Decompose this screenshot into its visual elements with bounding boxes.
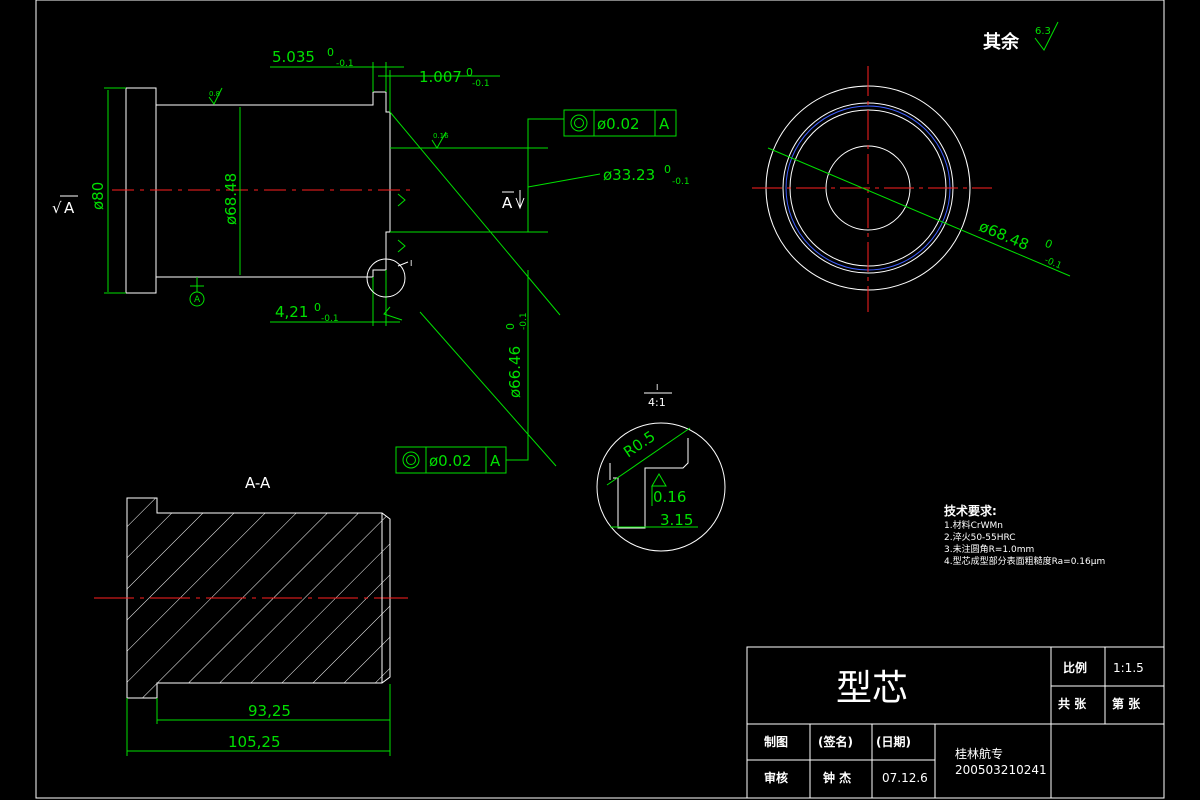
cad-drawing-sheet: ø80 ø68.48 √ A A 0.8 0.16 5.035 0 -0.1 1… [35,0,1165,799]
dim-phi6646-text: ø66.46 [506,346,524,398]
datum-check-symbol: √ [52,199,62,217]
datum-letter: A [64,199,75,217]
dim-phi6646-diagonal-2 [419,311,557,467]
sheet-number: 第 张 [1112,696,1141,711]
designer-name: 钟 杰 [823,770,851,785]
datum-a-letter: A [194,295,201,305]
dim-5035-text: 5.035 [272,48,315,66]
detail-roughness-text: 0.16 [653,488,686,506]
technical-requirements: 技术要求: 1.材料CrWMn 2.淬火50-55HRC 3.未注圆角R=1.0… [944,503,1105,567]
tolerance-datum-top: A [659,115,670,133]
section-arrow-a: A [502,194,513,212]
tech-req-item: 3.未注圆角R=1.0mm [944,543,1034,555]
detail-scale: 4:1 [648,396,666,409]
tech-req-item: 4.型芯成型部分表面粗糙度Ra=0.16μm [944,555,1105,567]
scale-value: 1:1.5 [1113,661,1144,675]
checked-label: 审核 [764,770,788,785]
body-outline [156,91,391,278]
tolerance-value-top: ø0.02 [597,115,640,133]
section-view: A-A 93,25 105,25 [94,474,408,756]
end-view-dim-tol-upper: 0 [1043,237,1055,252]
dim-9325-text: 93,25 [248,702,291,720]
tolerance-value-bottom: ø0.02 [429,452,472,470]
other-roughness-label: 其余 [983,31,1020,53]
title-block: 型芯 比例 1:1.5 共 张 第 张 制图 (签名) (日期) 审核 钟 杰 … [746,646,1165,799]
detail-radius-text: R0.5 [620,427,658,461]
dim-10525-text: 105,25 [228,733,281,751]
tolerance-frame-bottom: ø0.02 A [395,440,529,474]
drawn-label: 制图 [764,734,788,749]
tech-req-item: 1.材料CrWMn [944,519,1003,531]
detail-callout-label: I [410,259,412,268]
drawing-date: 07.12.6 [882,771,928,785]
dim-phi6646-tol-lower: -0.1 [519,312,529,330]
dim-421-tol-upper: 0 [314,301,321,314]
detail-roughness-triangle [651,473,667,487]
concentricity-symbol-top [570,114,588,132]
tech-req-item: 2.淬火50-55HRC [944,531,1016,543]
end-view-dim-leader [767,147,1071,277]
dim-1007-tol-lower: -0.1 [472,79,490,89]
tolerance-datum-bottom: A [490,452,501,470]
dim-phi6848-text: ø68.48 [222,173,240,225]
dim-phi3323-tol-upper: 0 [664,163,671,176]
other-roughness-value: 6.3 [1035,26,1051,37]
tech-req-title: 技术要求: [944,503,997,518]
roughness-face-mark-3 [383,306,403,321]
detail-circle [596,422,726,552]
sign-label: (签名) [818,734,853,749]
dim-421-tol-lower: -0.1 [321,314,339,324]
detail-label: I [656,383,658,392]
dim-5035-tol-lower: -0.1 [336,59,354,69]
dim-421-text: 4,21 [275,303,308,321]
roughness-face-mark-2 [397,239,406,253]
dim-1007-text: 1.007 [419,68,462,86]
dim-phi3323-leader [527,173,601,188]
concentricity-symbol-bottom [402,451,420,469]
main-view: ø80 ø68.48 √ A A 0.8 0.16 5.035 0 -0.1 1… [52,46,690,474]
sheets-total: 共 张 [1058,696,1087,711]
dim-5035-tol-upper: 0 [327,46,334,59]
roughness-016-text: 0.16 [433,132,449,140]
dim-phi3323-tol-lower: -0.1 [672,177,690,187]
student-id: 200503210241 [955,763,1047,777]
end-view: ø68.48 0 -0.1 [752,66,1071,312]
roughness-face-mark-1 [397,193,406,207]
dim-phi6646-diagonal [389,111,561,316]
dim-phi6646-tol-upper: 0 [504,323,517,330]
tolerance-frame-top: ø0.02 A [527,109,677,152]
detail-dim-text: 3.15 [660,511,693,529]
section-title: A-A [245,474,271,492]
dim-1007-tol-upper: 0 [466,66,473,79]
school-name: 桂林航专 [955,746,1003,761]
detail-view: I 4:1 R0.5 0.16 3.15 [596,383,726,552]
part-name: 型芯 [836,668,908,709]
dim-phi80-text: ø80 [89,182,107,210]
scale-label: 比例 [1063,660,1087,675]
date-label: (日期) [876,734,911,749]
dim-phi3323-text: ø33.23 [603,166,655,184]
